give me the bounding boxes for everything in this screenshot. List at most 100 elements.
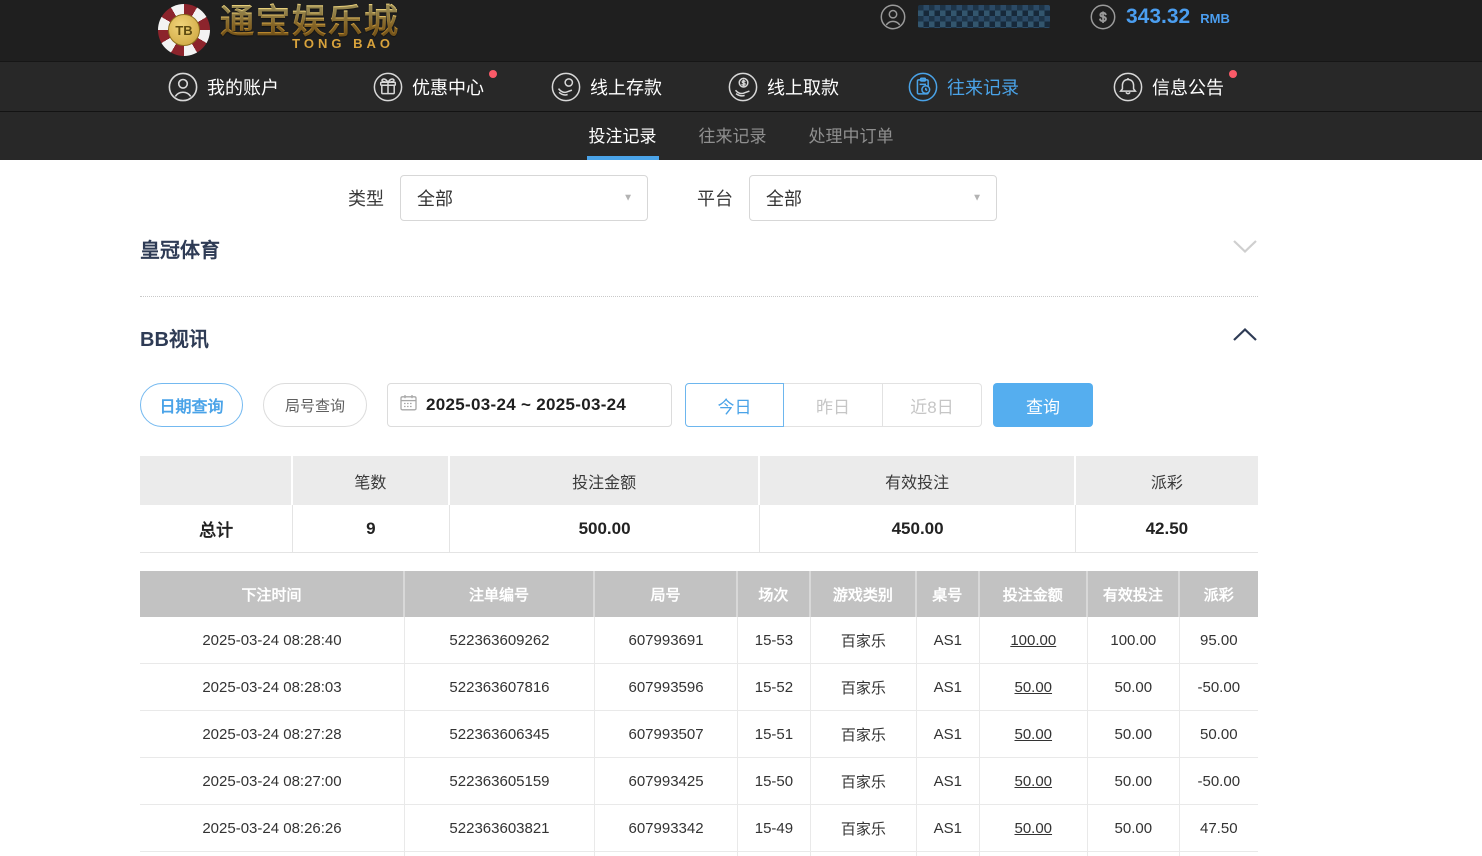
site-logo[interactable]: TB 通宝娱乐城 TONG BAO	[158, 2, 400, 56]
summary-valid-bet: 450.00	[760, 505, 1075, 553]
nav-label: 往来记录	[947, 74, 1019, 100]
table-cell: 百家乐	[811, 711, 917, 758]
table-cell: 607993596	[595, 664, 738, 711]
deposit-icon	[551, 72, 581, 102]
search-button[interactable]: 查询	[993, 383, 1093, 427]
nav-item-deposit[interactable]: 线上存款	[551, 62, 662, 111]
section-title: 皇冠体育	[140, 234, 220, 263]
column-header: 游戏类别	[811, 571, 917, 617]
query-controls: 日期查询 局号查询 2025-03-24 ~ 2025-03-24 今日	[140, 383, 1258, 427]
nav-label: 我的账户	[207, 74, 279, 100]
table-cell: 15-53	[738, 617, 811, 664]
calendar-icon	[400, 394, 417, 416]
partial-next-row	[140, 852, 1258, 856]
summary-header: 笔数	[293, 456, 450, 505]
summary-payout: 42.50	[1076, 505, 1258, 553]
bet-amount-link[interactable]: 50.00	[980, 758, 1088, 805]
type-filter-label: 类型	[348, 185, 384, 211]
records-icon	[908, 72, 938, 102]
svg-text:$: $	[1099, 9, 1107, 24]
nav-item-my-account[interactable]: 我的账户	[168, 62, 279, 111]
nav-item-promotions[interactable]: 优惠中心	[373, 62, 484, 111]
last8days-button[interactable]: 近8日	[883, 383, 982, 427]
table-cell: 15-50	[738, 758, 811, 805]
table-cell: 50.00	[1088, 758, 1180, 805]
user-avatar-icon	[880, 4, 906, 30]
platform-select[interactable]: 全部 ▼	[749, 175, 997, 221]
table-cell: 2025-03-24 08:27:00	[140, 758, 405, 805]
nav-item-transaction-records[interactable]: 往来记录	[908, 62, 1019, 111]
column-header: 投注金额	[980, 571, 1088, 617]
bet-amount-link[interactable]: 50.00	[980, 664, 1088, 711]
summary-table: 笔数 投注金额 有效投注 派彩 总计 9 500.00 450.00 42.50	[140, 456, 1258, 553]
column-header: 下注时间	[140, 571, 405, 617]
platform-filter-label: 平台	[697, 185, 733, 211]
chevron-down-icon: ▼	[623, 193, 633, 204]
tab-transaction-records[interactable]: 往来记录	[697, 112, 769, 160]
date-query-button[interactable]: 日期查询	[140, 383, 243, 427]
today-button[interactable]: 今日	[685, 383, 784, 427]
column-header: 桌号	[917, 571, 980, 617]
summary-header	[140, 456, 293, 505]
date-range-value: 2025-03-24 ~ 2025-03-24	[426, 395, 626, 415]
summary-bet-amount: 500.00	[450, 505, 761, 553]
table-cell: 15-52	[738, 664, 811, 711]
summary-header-row: 笔数 投注金额 有效投注 派彩	[140, 456, 1258, 505]
table-cell: 100.00	[1088, 617, 1180, 664]
nav-label: 信息公告	[1152, 74, 1224, 100]
nav-item-withdraw[interactable]: $ 线上取款	[728, 62, 839, 111]
table-cell: AS1	[917, 711, 980, 758]
table-row: 2025-03-24 08:27:28522363606345607993507…	[140, 711, 1258, 758]
table-cell: 47.50	[1180, 805, 1258, 852]
table-cell: AS1	[917, 664, 980, 711]
sub-navbar: 投注记录 往来记录 处理中订单	[0, 111, 1482, 160]
table-cell: 2025-03-24 08:27:28	[140, 711, 405, 758]
balance-area[interactable]: $ 343.32 RMB	[1090, 0, 1230, 33]
balance-currency: RMB	[1200, 11, 1230, 26]
chevron-down-icon[interactable]	[1232, 239, 1258, 259]
type-select[interactable]: 全部 ▼	[400, 175, 648, 221]
tab-pending-orders[interactable]: 处理中订单	[807, 112, 896, 160]
top-bar: TB 通宝娱乐城 TONG BAO $ 343	[0, 0, 1482, 61]
table-cell: 50.00	[1088, 664, 1180, 711]
balance-amount: 343.32	[1126, 5, 1190, 29]
column-header: 场次	[738, 571, 811, 617]
quick-range-group: 今日 昨日 近8日	[685, 383, 982, 427]
bet-amount-link[interactable]: 100.00	[980, 617, 1088, 664]
table-cell: AS1	[917, 805, 980, 852]
tab-bet-records[interactable]: 投注记录	[587, 112, 659, 160]
table-cell: 522363603821	[405, 805, 595, 852]
table-cell: 607993691	[595, 617, 738, 664]
round-query-button[interactable]: 局号查询	[263, 383, 367, 427]
summary-header: 投注金额	[450, 456, 761, 505]
withdraw-icon: $	[728, 72, 758, 102]
section-bb-video[interactable]: BB视讯	[140, 297, 1258, 377]
page: TB 通宝娱乐城 TONG BAO $ 343	[0, 0, 1482, 856]
section-crown-sports[interactable]: 皇冠体育	[140, 231, 1258, 297]
bet-table-body: 2025-03-24 08:28:40522363609262607993691…	[140, 617, 1258, 852]
type-select-value: 全部	[417, 185, 453, 211]
chevron-up-icon[interactable]	[1232, 327, 1258, 347]
table-cell: 15-49	[738, 805, 811, 852]
table-row: 2025-03-24 08:28:40522363609262607993691…	[140, 617, 1258, 664]
table-cell: 50.00	[1088, 805, 1180, 852]
bet-amount-link[interactable]: 50.00	[980, 711, 1088, 758]
column-header: 派彩	[1180, 571, 1258, 617]
table-cell: 2025-03-24 08:26:26	[140, 805, 405, 852]
nav-label: 线上存款	[590, 74, 662, 100]
table-row: 2025-03-24 08:27:00522363605159607993425…	[140, 758, 1258, 805]
notification-dot	[1229, 70, 1237, 78]
bell-icon	[1113, 72, 1143, 102]
user-account-area[interactable]	[880, 0, 1050, 33]
table-cell: 15-51	[738, 711, 811, 758]
table-cell: 607993342	[595, 805, 738, 852]
bet-table-header-row: 下注时间 注单编号 局号 场次 游戏类别 桌号 投注金额 有效投注 派彩	[140, 571, 1258, 617]
bet-records-table: 下注时间 注单编号 局号 场次 游戏类别 桌号 投注金额 有效投注 派彩 202…	[140, 571, 1258, 856]
table-cell: 522363609262	[405, 617, 595, 664]
yesterday-button[interactable]: 昨日	[784, 383, 883, 427]
nav-item-announcements[interactable]: 信息公告	[1113, 62, 1224, 111]
bet-amount-link[interactable]: 50.00	[980, 805, 1088, 852]
chip-monogram: TB	[168, 14, 200, 46]
nav-label: 优惠中心	[412, 74, 484, 100]
date-range-input[interactable]: 2025-03-24 ~ 2025-03-24	[387, 383, 672, 427]
